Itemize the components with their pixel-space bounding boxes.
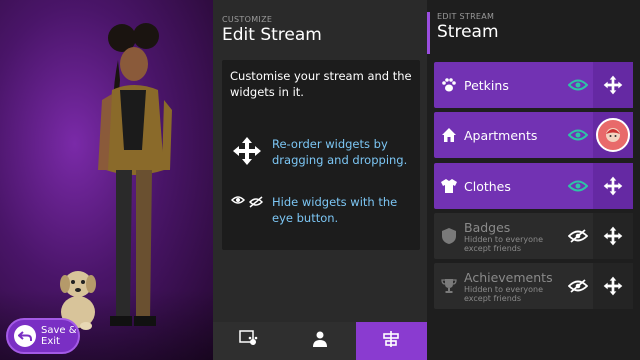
widget-name: Petkins [464,77,509,93]
house-icon [434,127,464,143]
widget-visibility-note: Hidden to everyone except friends [464,284,543,303]
move-arrows-icon [230,136,264,166]
sliders-icon [382,330,400,352]
customize-panel: CUSTOMIZE Edit Stream Customise your str… [213,0,427,360]
shield-icon [434,227,464,245]
eye-toggle-icon[interactable] [563,180,593,192]
widget-name: Apartments [464,127,538,143]
tab-profile[interactable] [284,322,355,360]
avatar-scene: Save & Exit [0,0,213,360]
tip-reorder-text: Re-order widgets by dragging and droppin… [272,137,408,167]
page-title: Edit Stream [222,25,322,45]
eye-toggle-icon[interactable] [563,129,593,141]
back-arrow-icon [14,325,36,347]
shirt-icon [434,178,464,194]
pet-photo-icon [238,330,259,352]
drag-handle-area[interactable] [593,112,633,158]
drag-handle-icon[interactable] [593,263,633,309]
help-card: Customise your stream and the widgets in… [222,60,420,250]
drag-handle-icon[interactable] [593,213,633,259]
stream-caption: EDIT STREAM [437,12,495,21]
trophy-icon [434,278,464,294]
stream-panel: EDIT STREAM Stream Petkins Apartments Cl… [427,0,640,360]
app-root: Save & Exit CUSTOMIZE Edit Stream Custom… [0,0,640,360]
tab-pets[interactable] [213,322,284,360]
eye-toggle-icon[interactable] [563,79,593,91]
tip-hide: Hide widgets with the eye button. [230,194,412,226]
avatar-bubble[interactable] [596,118,630,152]
save-exit-label: Save & Exit [41,325,77,347]
tip-reorder: Re-order widgets by dragging and droppin… [230,136,412,168]
save-exit-button[interactable]: Save & Exit [6,318,80,354]
eye-icon [230,194,264,208]
drag-handle-icon[interactable] [593,62,633,108]
widget-row-apartments[interactable]: Apartments [434,112,633,158]
drag-handle-icon[interactable] [593,163,633,209]
widget-visibility-note: Hidden to everyone except friends [464,234,543,253]
eye-hidden-toggle-icon[interactable] [563,229,593,243]
widget-row-petkins[interactable]: Petkins [434,62,633,108]
help-intro: Customise your stream and the widgets in… [230,69,412,99]
widget-row-clothes[interactable]: Clothes [434,163,633,209]
person-icon [312,331,327,351]
widget-row-achievements[interactable]: Achievements Hidden to everyone except f… [434,263,633,309]
bottom-tab-bar [213,322,427,360]
tab-stream-settings[interactable] [355,322,427,360]
tip-hide-text: Hide widgets with the eye button. [272,195,398,225]
customize-caption: CUSTOMIZE [222,15,273,24]
widget-name: Badges [464,219,511,235]
customize-header: CUSTOMIZE Edit Stream [222,15,322,45]
eye-hidden-toggle-icon[interactable] [563,279,593,293]
paw-icon [434,77,464,93]
stream-header: EDIT STREAM Stream [427,12,499,54]
widget-name: Achievements [464,269,553,285]
widget-name: Clothes [464,178,511,194]
stream-title: Stream [437,22,499,42]
widget-row-badges[interactable]: Badges Hidden to everyone except friends [434,213,633,259]
